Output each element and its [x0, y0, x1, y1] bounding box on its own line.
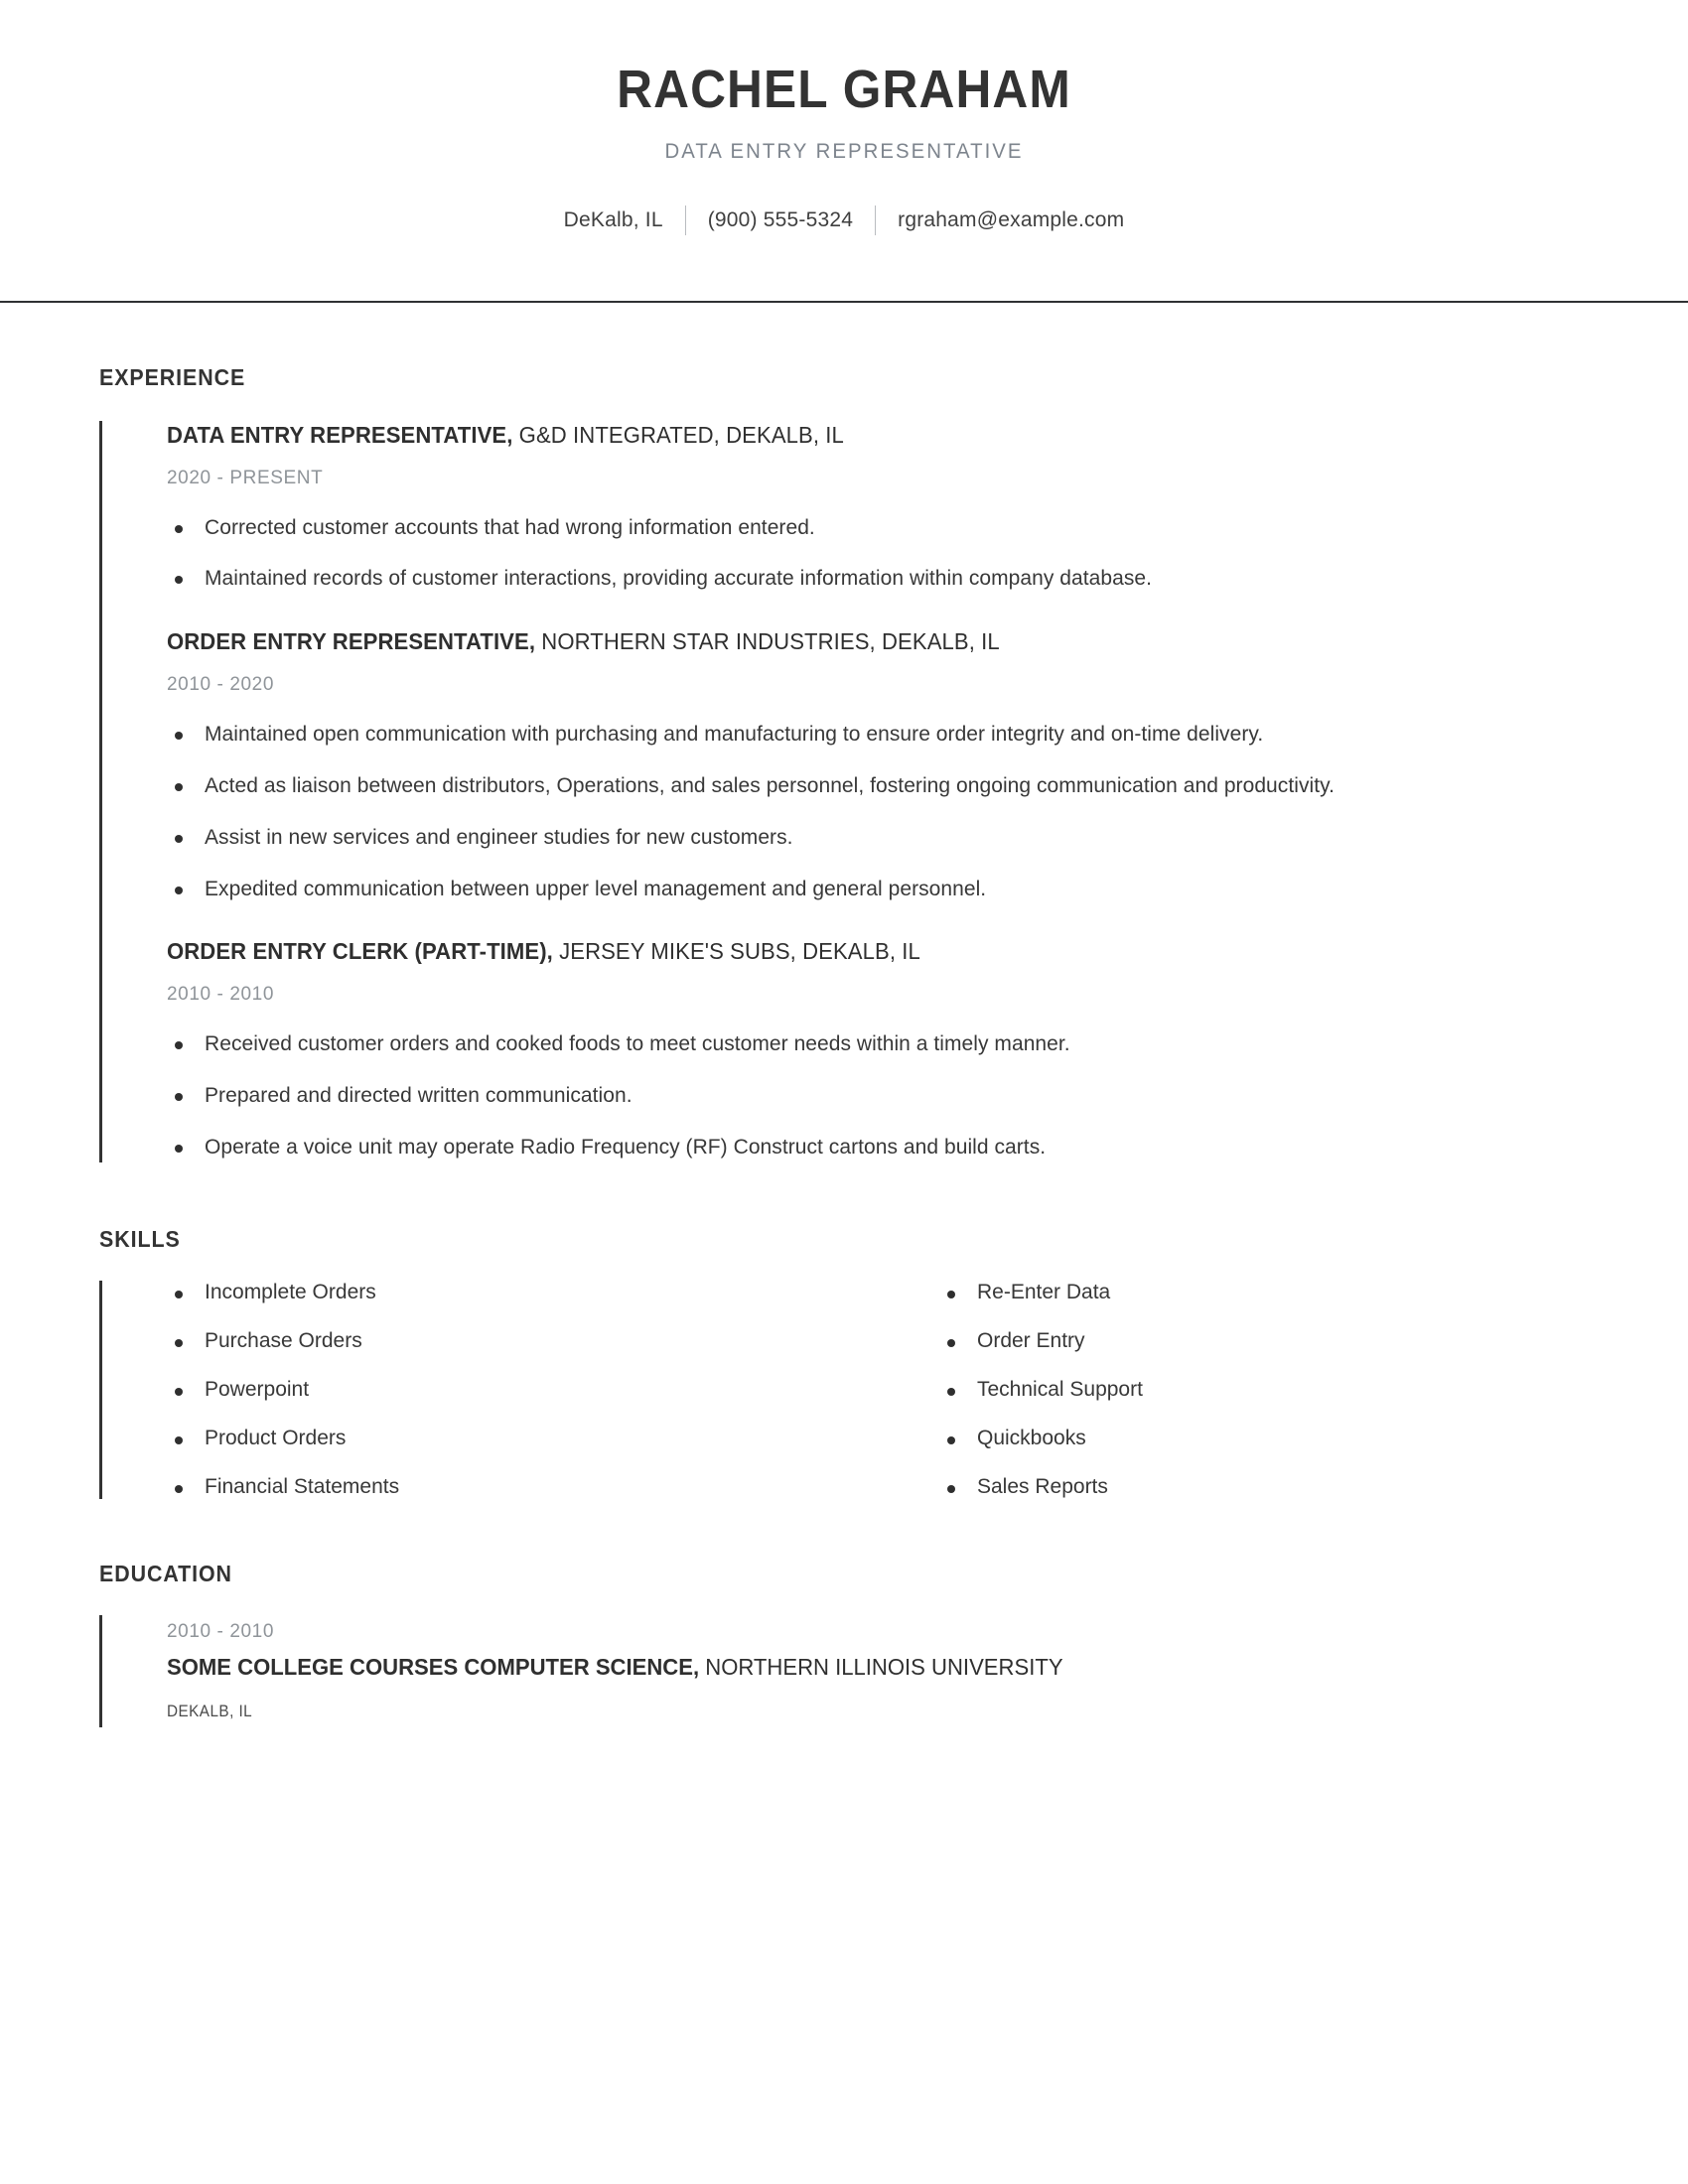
section-skills: SKILLS Incomplete Orders Purchase Orders… — [99, 1226, 1589, 1499]
candidate-job-title: DATA ENTRY REPRESENTATIVE — [664, 139, 1024, 163]
job-title: DATA ENTRY REPRESENTATIVE, — [167, 421, 513, 448]
job-dates: 2010 - 2010 — [167, 984, 275, 1006]
skills-grid: Incomplete Orders Purchase Orders Powerp… — [167, 1281, 1589, 1499]
job-bullet: Received customer orders and cooked food… — [167, 1029, 1589, 1059]
job-bullet: Operate a voice unit may operate Radio F… — [167, 1133, 1589, 1162]
education-degree: SOME COLLEGE COURSES COMPUTER SCIENCE, — [167, 1653, 700, 1680]
job-bullets: Corrected customer accounts that had wro… — [167, 513, 1589, 595]
education-heading: SOME COLLEGE COURSES COMPUTER SCIENCE, N… — [167, 1653, 1532, 1683]
job-bullets: Received customer orders and cooked food… — [167, 1029, 1589, 1161]
job-heading: ORDER ENTRY REPRESENTATIVE, NORTHERN STA… — [167, 627, 1532, 657]
education-location: DEKALB, IL — [167, 1701, 253, 1720]
section-experience: EXPERIENCE DATA ENTRY REPRESENTATIVE, G&… — [99, 364, 1589, 1162]
job-heading: DATA ENTRY REPRESENTATIVE, G&D INTEGRATE… — [167, 421, 1532, 451]
contact-location: DeKalb, IL — [563, 207, 663, 231]
resume-header: RACHEL GRAHAM DATA ENTRY REPRESENTATIVE … — [0, 0, 1688, 235]
job-company: NORTHERN STAR INDUSTRIES, DEKALB, IL — [535, 628, 1000, 655]
job-bullets: Maintained open communication with purch… — [167, 720, 1589, 903]
job-dates: 2020 - PRESENT — [167, 467, 324, 488]
job-bullet: Expedited communication between upper le… — [167, 875, 1589, 904]
section-education: EDUCATION 2010 - 2010 SOME COLLEGE COURS… — [99, 1561, 1589, 1727]
candidate-name: RACHEL GRAHAM — [617, 60, 1071, 119]
contact-email[interactable]: rgraham@example.com — [898, 208, 1124, 232]
contact-phone[interactable]: (900) 555-5324 — [708, 208, 853, 232]
job-bullet: Assist in new services and engineer stud… — [167, 823, 1589, 853]
job-title: ORDER ENTRY REPRESENTATIVE, — [167, 628, 536, 655]
header-divider — [0, 300, 1688, 303]
skill-item: Quickbooks — [939, 1427, 1589, 1450]
job-dates: 2010 - 2020 — [167, 674, 275, 696]
experience-accent-block: DATA ENTRY REPRESENTATIVE, G&D INTEGRATE… — [99, 420, 1589, 1162]
job-bullet: Prepared and directed written communicat… — [167, 1081, 1589, 1111]
section-title-education: EDUCATION — [99, 1560, 232, 1586]
skill-item: Order Entry — [939, 1329, 1589, 1353]
education-school: NORTHERN ILLINOIS UNIVERSITY — [699, 1653, 1063, 1680]
job-bullet: Maintained open communication with purch… — [167, 720, 1589, 750]
experience-item: DATA ENTRY REPRESENTATIVE, G&D INTEGRATE… — [167, 421, 1589, 595]
job-company: G&D INTEGRATED, DEKALB, IL — [512, 421, 844, 448]
job-bullet: Maintained records of customer interacti… — [167, 564, 1589, 594]
skill-item: Incomplete Orders — [167, 1281, 878, 1304]
skills-list: Incomplete Orders Purchase Orders Powerp… — [167, 1281, 878, 1499]
section-title-experience: EXPERIENCE — [99, 363, 246, 390]
education-item: 2010 - 2010 SOME COLLEGE COURSES COMPUTE… — [167, 1621, 1589, 1721]
job-title: ORDER ENTRY CLERK (PART-TIME), — [167, 938, 553, 965]
job-bullet: Acted as liaison between distributors, O… — [167, 771, 1589, 801]
skill-item: Powerpoint — [167, 1378, 878, 1402]
resume-page: RACHEL GRAHAM DATA ENTRY REPRESENTATIVE … — [0, 0, 1688, 2184]
education-dates: 2010 - 2010 — [167, 1620, 275, 1642]
resume-body: EXPERIENCE DATA ENTRY REPRESENTATIVE, G&… — [0, 364, 1688, 1727]
education-accent-block: 2010 - 2010 SOME COLLEGE COURSES COMPUTE… — [99, 1614, 1589, 1727]
skills-column-right: Re-Enter Data Order Entry Technical Supp… — [878, 1281, 1589, 1499]
job-company: JERSEY MIKE'S SUBS, DEKALB, IL — [552, 938, 920, 965]
skill-item: Financial Statements — [167, 1475, 878, 1499]
skill-item: Product Orders — [167, 1427, 878, 1450]
skills-accent-block: Incomplete Orders Purchase Orders Powerp… — [99, 1280, 1589, 1499]
contact-separator-icon — [875, 205, 877, 235]
skills-column-left: Incomplete Orders Purchase Orders Powerp… — [167, 1281, 878, 1499]
contact-separator-icon — [684, 205, 686, 235]
contact-row: DeKalb, IL (900) 555-5324 rgraham@exampl… — [0, 205, 1688, 235]
experience-item: ORDER ENTRY CLERK (PART-TIME), JERSEY MI… — [167, 937, 1589, 1161]
skills-list: Re-Enter Data Order Entry Technical Supp… — [939, 1281, 1589, 1499]
experience-item: ORDER ENTRY REPRESENTATIVE, NORTHERN STA… — [167, 627, 1589, 903]
skill-item: Purchase Orders — [167, 1329, 878, 1353]
section-title-skills: SKILLS — [99, 1225, 181, 1252]
skill-item: Technical Support — [939, 1378, 1589, 1402]
job-bullet: Corrected customer accounts that had wro… — [167, 513, 1589, 543]
skill-item: Sales Reports — [939, 1475, 1589, 1499]
skill-item: Re-Enter Data — [939, 1281, 1589, 1304]
job-heading: ORDER ENTRY CLERK (PART-TIME), JERSEY MI… — [167, 937, 1532, 967]
